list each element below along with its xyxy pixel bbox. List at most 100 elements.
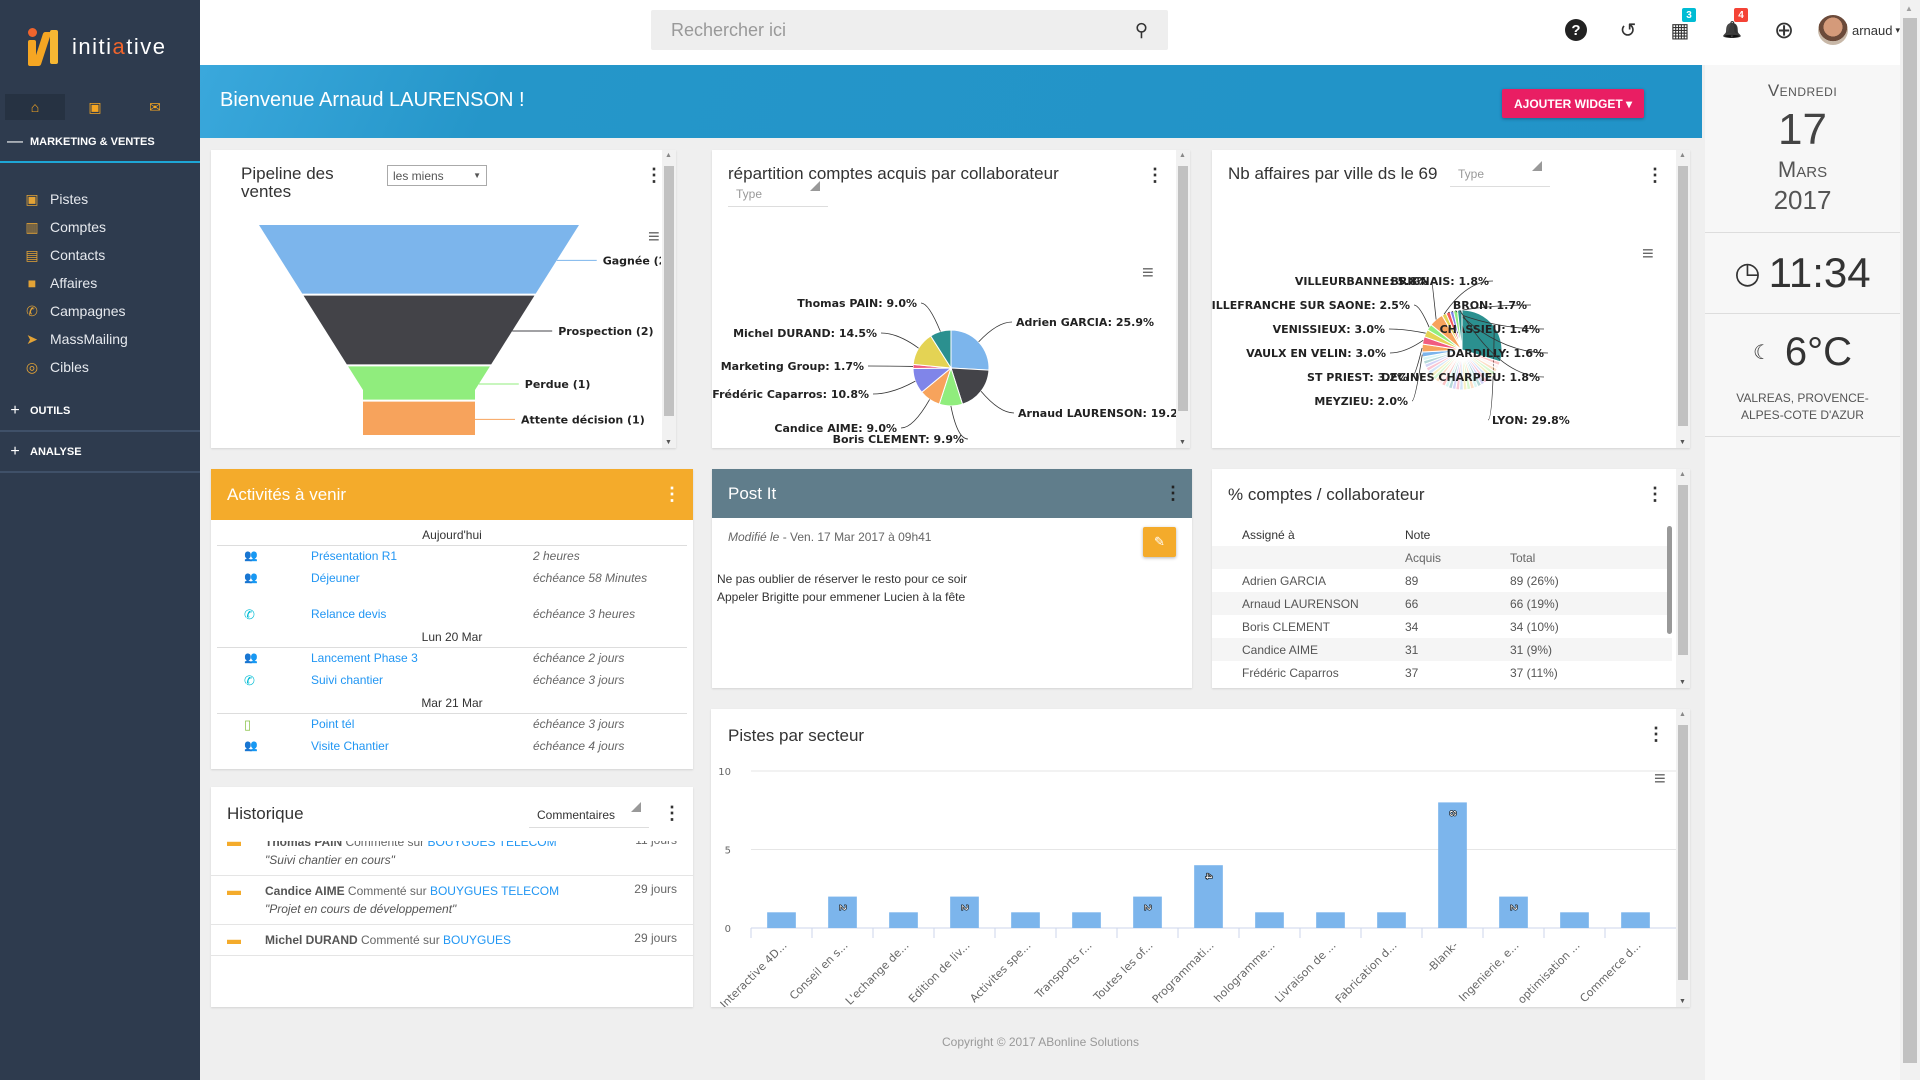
tab-calendar[interactable]: ▣ bbox=[65, 94, 125, 120]
activity-link[interactable]: Point tél bbox=[311, 717, 533, 731]
scrollbar-thumb[interactable] bbox=[1903, 18, 1917, 1063]
widget-scrollbar[interactable]: ▲ ▼ bbox=[1676, 469, 1690, 688]
welcome-title: Bienvenue Arnaud LAURENSON ! bbox=[220, 89, 525, 111]
calendar-button[interactable]: ▦ 3 bbox=[1654, 8, 1706, 46]
widget-scrollbar[interactable]: ▲ ▼ bbox=[1176, 150, 1190, 448]
bar bbox=[1438, 802, 1467, 928]
sidebar-item-massmailing[interactable]: ➤ MassMailing bbox=[24, 325, 128, 353]
weather-location: VALREAS, PROVENCE-ALPES-COTE D'AZUR bbox=[1736, 391, 1869, 422]
pipeline-widget: Pipeline des ventes les miens ▼ ⋮ ≡ Gagné… bbox=[211, 150, 676, 448]
history-target-link[interactable]: BOUYGUES bbox=[443, 933, 511, 947]
help-button[interactable]: ? bbox=[1550, 14, 1602, 46]
sidebar-item-label: Cibles bbox=[50, 359, 89, 375]
section-marketing-ventes[interactable]: — MARKETING & VENTES bbox=[0, 123, 200, 163]
help-icon: ? bbox=[1565, 19, 1587, 41]
activity-link[interactable]: Suivi chantier bbox=[311, 673, 533, 687]
section-analyse[interactable]: + ANALYSE bbox=[0, 433, 200, 473]
x-tick-label: L'echange de... bbox=[843, 939, 912, 1007]
search-icon[interactable]: ⚲ bbox=[1135, 20, 1148, 41]
sidebar-item-campagnes[interactable]: ✆ Campagnes bbox=[24, 297, 128, 325]
activity-due: échéance 3 jours bbox=[533, 673, 625, 687]
history-action: Commenté sur bbox=[344, 884, 430, 898]
activites-widget: Activités à venir ⋮ Aujourd'hui 👥 Présenta… bbox=[211, 469, 693, 769]
sidebar-item-contacts[interactable]: ▤ Contacts bbox=[24, 241, 128, 269]
widget-menu-icon[interactable]: ⋮ bbox=[1164, 484, 1182, 502]
widget-scrollbar[interactable]: ▲ ▼ bbox=[1676, 709, 1690, 1007]
history-button[interactable]: ↺ bbox=[1602, 14, 1654, 46]
history-item: ▬ Michel DURAND Commenté sur BOUYGUES 29 j… bbox=[211, 925, 693, 956]
activity-link[interactable]: Lancement Phase 3 bbox=[311, 651, 533, 665]
page-scrollbar[interactable]: ▲ bbox=[1900, 0, 1920, 1080]
dropdown-caret-icon bbox=[631, 802, 641, 812]
table-row[interactable]: Boris CLEMENT 34 34 (10%) bbox=[1212, 615, 1672, 638]
meeting-icon: 👥 bbox=[244, 652, 258, 664]
search-input[interactable]: Rechercher ici ⚲ bbox=[651, 10, 1168, 50]
widget-menu-icon[interactable]: ⋮ bbox=[663, 804, 681, 822]
section-outils[interactable]: + OUTILS bbox=[0, 392, 200, 432]
data-label: 2 bbox=[1142, 904, 1153, 911]
activity-item: 👥 Présentation R1 2 heures bbox=[211, 546, 693, 568]
data-label: 2 bbox=[1508, 904, 1519, 911]
select-value: Commentaires bbox=[537, 808, 616, 822]
scroll-up-icon[interactable]: ▲ bbox=[1905, 4, 1913, 13]
widget-menu-icon[interactable]: ⋮ bbox=[663, 485, 681, 503]
widget-scrollbar[interactable]: ▲ ▼ bbox=[1676, 150, 1690, 448]
table-row[interactable]: Frédéric Caparros 37 37 (11%) bbox=[1212, 661, 1672, 684]
comment-icon: ▬ bbox=[227, 841, 241, 849]
activity-link[interactable]: Présentation R1 bbox=[311, 549, 533, 563]
x-tick-label: hologramme... bbox=[1212, 939, 1278, 1005]
table-cell: 89 (26%) bbox=[1510, 573, 1559, 588]
table-row[interactable]: Arnaud LAURENSON 66 66 (19%) bbox=[1212, 592, 1672, 615]
widget-title: Post It bbox=[728, 484, 777, 503]
pie-connector bbox=[978, 321, 1013, 343]
app-logo[interactable]: initiative bbox=[26, 28, 167, 66]
sidebar-item-affaires[interactable]: ■ Affaires bbox=[24, 269, 128, 297]
tab-home[interactable]: ⌂ bbox=[5, 94, 65, 120]
sidebar: initiative ⌂ ▣ ✉ — MARKETING & VENTES ▣ P… bbox=[0, 0, 200, 1080]
table-cell: 89 bbox=[1405, 573, 1419, 588]
tab-mail[interactable]: ✉ bbox=[125, 94, 185, 120]
funnel-segment bbox=[303, 295, 535, 365]
bar bbox=[828, 896, 857, 928]
data-label: 2 bbox=[959, 904, 970, 911]
pie-label: DARDILLY: 1.6% bbox=[1447, 347, 1544, 360]
add-button[interactable]: ⊕ bbox=[1758, 14, 1810, 46]
sidebar-item-comptes[interactable]: ▥ Comptes bbox=[24, 213, 128, 241]
history-filter-select[interactable]: Commentaires bbox=[529, 802, 649, 828]
table-cell: 37 bbox=[1405, 665, 1419, 680]
postit-line: Ne pas oublier de réserver le resto pour… bbox=[717, 572, 968, 586]
x-tick-label: Transports r... bbox=[1032, 939, 1095, 1002]
expand-icon: + bbox=[10, 402, 20, 419]
activity-link[interactable]: Relance devis bbox=[311, 607, 533, 621]
table-scrollbar[interactable] bbox=[1667, 526, 1672, 634]
send-icon: ➤ bbox=[26, 330, 38, 347]
bar bbox=[1499, 896, 1528, 928]
table-cell: 66 (19%) bbox=[1510, 596, 1559, 611]
user-name: arnaud bbox=[1852, 22, 1893, 38]
add-widget-button[interactable]: AJOUTER WIDGET ▾ bbox=[1502, 89, 1645, 118]
comment-icon: ▬ bbox=[227, 882, 241, 898]
pie-connector bbox=[980, 391, 1015, 414]
widget-title: Activités à venir bbox=[227, 485, 347, 504]
notifications-button[interactable]: 🔔 4 bbox=[1706, 8, 1758, 46]
pie-connector bbox=[880, 332, 919, 349]
widget-menu-icon[interactable]: ⋮ bbox=[1646, 485, 1664, 503]
table-row[interactable]: Candice AIME 31 31 (9%) bbox=[1212, 638, 1672, 661]
sidebar-item-cibles[interactable]: ◎ Cibles bbox=[24, 353, 128, 381]
history-target-link[interactable]: BOUYGUES TELECOM bbox=[427, 841, 556, 849]
activity-item: 👥 Déjeuner échéance 58 Minutes bbox=[211, 568, 693, 604]
user-menu[interactable]: arnaud ▾ bbox=[1818, 15, 1900, 45]
history-comment: "Projet en cours de développement" bbox=[265, 902, 457, 916]
sidebar-item-pistes[interactable]: ▣ Pistes bbox=[24, 185, 128, 213]
add-icon: ⊕ bbox=[1773, 16, 1795, 44]
clock: ◷ 11:34 bbox=[1705, 233, 1900, 313]
activity-link[interactable]: Visite Chantier bbox=[311, 739, 533, 753]
meeting-icon: 👥 bbox=[244, 740, 258, 752]
building-icon: ▥ bbox=[25, 218, 39, 235]
funnel-chart: Gagnée (2) Prospection (2) Perdue (1) Atten… bbox=[259, 225, 661, 435]
table-row[interactable]: Adrien GARCIA 89 89 (26%) bbox=[1212, 569, 1672, 592]
history-target-link[interactable]: BOUYGUES TELECOM bbox=[430, 884, 559, 898]
edit-button[interactable]: ✎ bbox=[1143, 527, 1176, 557]
widget-scrollbar[interactable]: ▲ ▼ bbox=[662, 150, 676, 448]
activity-link[interactable]: Déjeuner bbox=[311, 571, 533, 585]
